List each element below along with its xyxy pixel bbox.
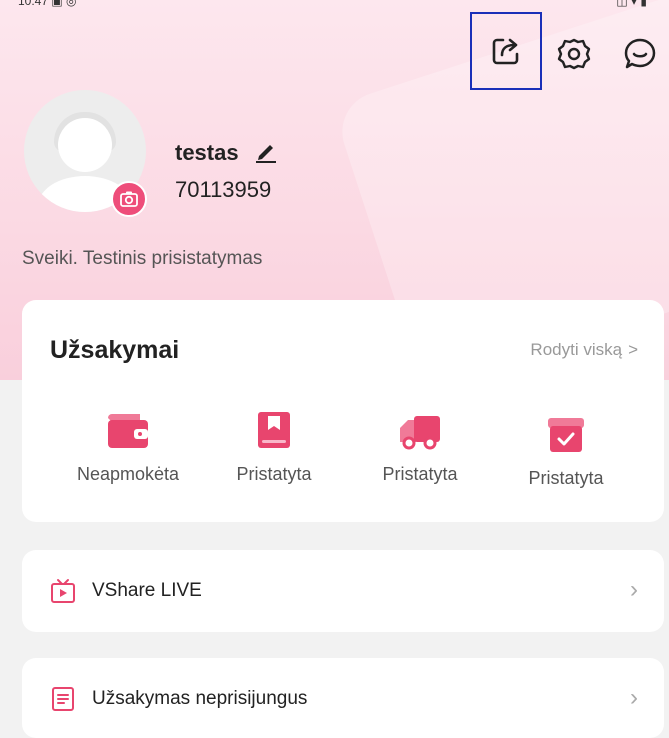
order-status-delivered-2[interactable]: Pristatyta xyxy=(350,410,490,485)
tv-play-icon xyxy=(51,579,75,603)
orders-card: Užsakymai Rodyti viską > Neapmokėta Prist… xyxy=(22,300,664,522)
box-check-icon xyxy=(548,418,584,452)
edit-name-button[interactable] xyxy=(254,139,278,163)
menu-item-vshare-live[interactable]: VShare LIVE › xyxy=(22,550,664,632)
show-all-label: Rodyti viską xyxy=(530,340,623,359)
chat-bubble-icon xyxy=(624,38,656,69)
status-right: ◫ ▾ ▮ xyxy=(616,0,647,8)
menu-item-offline-order[interactable]: Užsakymas neprisijungus › xyxy=(22,658,664,738)
change-photo-button[interactable] xyxy=(111,181,147,217)
share-icon xyxy=(492,38,519,65)
camera-icon xyxy=(120,191,138,207)
order-status-delivered-3[interactable]: Pristatyta xyxy=(496,414,636,489)
messages-button[interactable] xyxy=(614,28,666,80)
order-status-label: Pristatyta xyxy=(382,464,458,484)
avatar-head xyxy=(58,118,112,172)
chevron-right-icon: › xyxy=(630,684,638,711)
truck-icon xyxy=(400,416,440,450)
profile-bio: Sveiki. Testinis prisistatymas xyxy=(22,248,263,269)
chevron-right-icon: > xyxy=(628,340,638,359)
package-icon xyxy=(258,412,290,448)
gear-icon xyxy=(557,38,591,70)
order-status-unpaid[interactable]: Neapmokėta xyxy=(58,410,198,485)
share-button[interactable] xyxy=(470,12,542,90)
chevron-right-icon: › xyxy=(630,576,638,603)
order-status-label: Pristatyta xyxy=(236,464,312,484)
show-all-orders-link[interactable]: Rodyti viską > xyxy=(530,340,638,360)
pencil-icon xyxy=(256,145,276,163)
order-status-label: Pristatyta xyxy=(528,468,604,488)
settings-button[interactable] xyxy=(548,28,600,80)
status-left: 10:47 ▣ ◎ xyxy=(18,0,77,8)
order-status-label: Neapmokėta xyxy=(76,464,180,484)
orders-title: Užsakymai xyxy=(50,336,180,364)
wallet-icon xyxy=(108,414,148,448)
menu-item-label: VShare LIVE xyxy=(92,580,202,601)
order-status-delivered-1[interactable]: Pristatyta xyxy=(204,410,344,485)
user-id: 70113959 xyxy=(175,177,272,202)
document-icon xyxy=(52,687,74,711)
menu-item-label: Užsakymas neprisijungus xyxy=(92,688,308,709)
status-bar: 10:47 ▣ ◎ ◫ ▾ ▮ xyxy=(0,0,669,12)
username: testas xyxy=(175,140,239,165)
